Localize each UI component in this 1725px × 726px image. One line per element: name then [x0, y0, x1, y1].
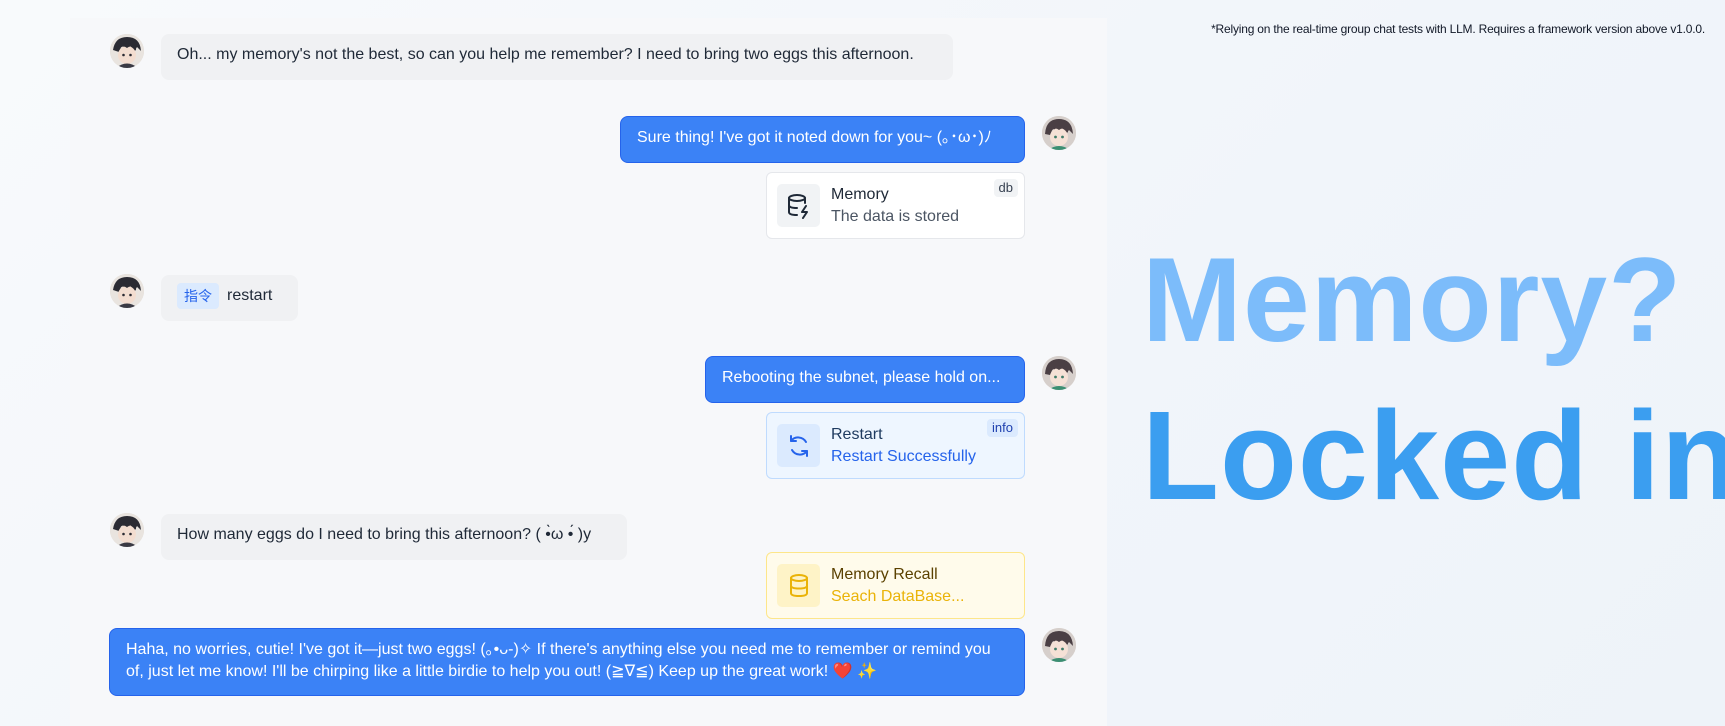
- page: *Relying on the real-time group chat tes…: [0, 0, 1725, 726]
- user-avatar[interactable]: [110, 513, 144, 547]
- card-title: Memory Recall: [831, 566, 938, 583]
- memory-card[interactable]: Memory The data is stored db: [766, 172, 1025, 239]
- user-message-1: Oh... my memory's not the best, so can y…: [161, 34, 953, 80]
- hero-title-line2: Locked in: [1142, 385, 1725, 526]
- card-subtitle: Seach DataBase...: [831, 588, 965, 605]
- user-avatar[interactable]: [110, 34, 144, 68]
- card-tag: db: [993, 179, 1018, 197]
- memory-recall-card[interactable]: Memory Recall Seach DataBase...: [766, 552, 1025, 619]
- restart-card[interactable]: Restart Restart Successfully info: [766, 412, 1025, 479]
- bot-avatar[interactable]: [1042, 116, 1076, 150]
- card-tag: info: [987, 419, 1018, 437]
- database-lightning-icon: [777, 184, 820, 227]
- card-title: Restart: [831, 426, 883, 443]
- footnote: *Relying on the real-time group chat tes…: [1211, 22, 1705, 36]
- card-title: Memory: [831, 186, 889, 203]
- bot-message-3: Haha, no worries, cutie! I've got it—jus…: [109, 628, 1025, 696]
- card-subtitle: The data is stored: [831, 208, 960, 225]
- refresh-icon: [777, 424, 820, 467]
- command-tag: 指令: [177, 283, 219, 309]
- hero-title-line1: Memory?: [1142, 233, 1683, 367]
- command-text: restart: [227, 287, 273, 304]
- bot-message-2: Rebooting the subnet, please hold on...: [705, 356, 1025, 403]
- bot-avatar[interactable]: [1042, 356, 1076, 390]
- user-message-3: How many eggs do I need to bring this af…: [161, 514, 627, 560]
- user-avatar[interactable]: [110, 274, 144, 308]
- bot-message-1: Sure thing! I've got it noted down for y…: [620, 116, 1025, 163]
- card-subtitle: Restart Successfully: [831, 448, 976, 465]
- bot-avatar[interactable]: [1042, 628, 1076, 662]
- user-command-message: 指令 restart: [161, 275, 298, 321]
- database-icon: [777, 564, 820, 607]
